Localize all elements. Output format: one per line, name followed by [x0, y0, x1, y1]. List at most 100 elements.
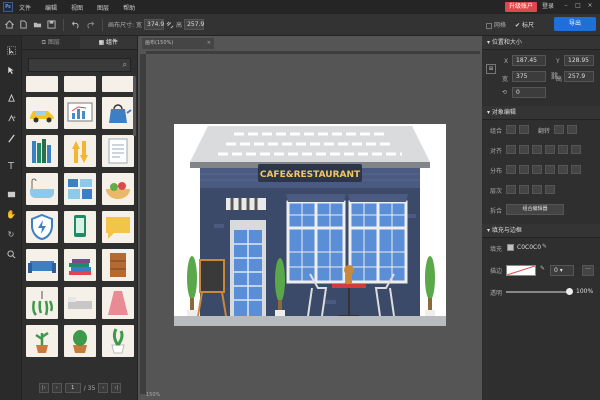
bring-front-button[interactable]	[506, 185, 516, 194]
align-top-button[interactable]	[545, 145, 555, 154]
undo-icon[interactable]	[69, 18, 83, 32]
align-center-button[interactable]	[519, 145, 529, 154]
canvas-area[interactable]: 画布(150%) × CAFE&RESTAURANT 150%	[138, 36, 482, 400]
width-field[interactable]: 375	[512, 71, 546, 82]
eyedropper-icon[interactable]: ✎	[540, 265, 545, 272]
section-object-edit[interactable]: ▾ 对象编辑	[482, 106, 600, 120]
menu-layer[interactable]: 图层	[97, 3, 109, 12]
eyedropper-icon[interactable]: ✎	[542, 243, 547, 250]
first-page-button[interactable]: |‹	[38, 383, 49, 393]
section-fill-stroke[interactable]: ▾ 填充与边框	[482, 224, 600, 238]
component-tile-car[interactable]	[26, 97, 58, 129]
canvas-width-field[interactable]: 374.9	[144, 19, 164, 30]
component-tile-books[interactable]	[26, 135, 58, 167]
tab-layers[interactable]: ⧉ 图层	[22, 36, 80, 49]
distribute-button[interactable]	[558, 165, 568, 174]
send-backward-button[interactable]	[532, 185, 542, 194]
menu-view[interactable]: 视图	[71, 3, 83, 12]
component-tile[interactable]	[26, 76, 58, 92]
ruler-checkmark-icon[interactable]: ✔	[515, 22, 520, 29]
component-scrollbar[interactable]	[133, 76, 136, 136]
link-icon[interactable]	[164, 18, 176, 32]
last-page-button[interactable]: ›|	[111, 383, 122, 393]
grid-toggle[interactable]: 网格	[486, 20, 506, 29]
rectangle-tool-icon[interactable]	[0, 184, 22, 204]
brush-icon[interactable]	[0, 128, 22, 148]
lock-ratio-icon[interactable]: ⊞	[486, 64, 496, 74]
component-tile-speech-bubble[interactable]	[102, 211, 134, 243]
component-tile-dress[interactable]	[102, 287, 134, 319]
stroke-style-swatch[interactable]	[506, 265, 536, 276]
align-right-button[interactable]	[532, 145, 542, 154]
distribute-v-button[interactable]	[519, 165, 529, 174]
distribute-button[interactable]	[571, 165, 581, 174]
save-icon[interactable]	[44, 18, 58, 32]
tab-components[interactable]: ▦ 组件	[79, 36, 137, 49]
anchor-pen-icon[interactable]: +	[0, 108, 22, 128]
component-tile-phone-hand[interactable]	[64, 211, 96, 243]
distribute-h-button[interactable]	[506, 165, 516, 174]
component-tile-bed[interactable]	[64, 287, 96, 319]
redo-icon[interactable]	[83, 18, 97, 32]
rotate-tool-icon[interactable]: ↻	[0, 224, 22, 244]
search-icon[interactable]: ⌕	[123, 60, 127, 70]
component-tile-document[interactable]	[102, 135, 134, 167]
minimize-icon[interactable]: –	[562, 2, 570, 10]
menu-file[interactable]: 文件	[19, 3, 31, 12]
direct-select-icon[interactable]	[0, 60, 22, 80]
menu-edit[interactable]: 编辑	[45, 3, 57, 12]
component-tile-kettle[interactable]	[102, 97, 134, 129]
distribute-button[interactable]	[532, 165, 542, 174]
text-tool-icon[interactable]: T	[0, 156, 22, 176]
export-button[interactable]: 导出	[554, 17, 596, 31]
document-tab[interactable]: 画布(150%) ×	[142, 38, 214, 49]
more-options-icon[interactable]: ···	[582, 265, 594, 276]
page-number-input[interactable]: 1	[64, 383, 81, 393]
component-tile-potted-plant[interactable]	[64, 325, 96, 357]
home-icon[interactable]	[2, 18, 16, 32]
ungroup-button[interactable]	[519, 125, 529, 134]
login-link[interactable]: 登录	[542, 2, 554, 12]
flip-vertical-button[interactable]	[567, 125, 577, 134]
component-tile-book-stack[interactable]	[64, 249, 96, 281]
component-tile-chart-board[interactable]	[64, 97, 96, 129]
component-tile-cabinet[interactable]	[102, 249, 134, 281]
x-field[interactable]: 187.45	[512, 55, 546, 66]
component-tile-sofa[interactable]	[26, 249, 58, 281]
align-middle-button[interactable]	[558, 145, 568, 154]
align-bottom-button[interactable]	[571, 145, 581, 154]
component-tile-potted-plant[interactable]	[102, 325, 134, 357]
close-tab-icon[interactable]: ×	[207, 38, 211, 49]
opacity-slider-handle[interactable]	[566, 288, 573, 295]
component-tile-hanging-plant[interactable]	[26, 287, 58, 319]
align-left-button[interactable]	[506, 145, 516, 154]
component-tile-potted-plant[interactable]	[26, 325, 58, 357]
bring-forward-button[interactable]	[519, 185, 529, 194]
opacity-slider[interactable]	[506, 291, 570, 293]
component-tile[interactable]	[64, 76, 96, 92]
y-field[interactable]: 128.95	[564, 55, 594, 66]
group-editor-button[interactable]: 组合编辑器	[506, 204, 564, 215]
component-tile-arrows[interactable]	[64, 135, 96, 167]
fill-hex[interactable]: C0C0C0	[517, 244, 541, 251]
send-back-button[interactable]	[545, 185, 555, 194]
maximize-icon[interactable]: □	[574, 2, 582, 10]
section-position-size[interactable]: ▾ 位置和大小	[482, 36, 600, 50]
menu-help[interactable]: 帮助	[123, 3, 135, 12]
grid-checkbox[interactable]	[486, 22, 492, 29]
distribute-button[interactable]	[545, 165, 555, 174]
component-tile-bathtub[interactable]	[26, 173, 58, 205]
fill-swatch[interactable]	[507, 244, 514, 251]
component-tile-dashboard[interactable]	[64, 173, 96, 205]
next-page-button[interactable]: ›	[98, 383, 109, 393]
component-search-input[interactable]: ⌕	[28, 58, 131, 72]
zoom-tool-icon[interactable]	[0, 244, 22, 264]
artboard[interactable]: CAFE&RESTAURANT	[174, 124, 446, 326]
rotation-field[interactable]: 0	[512, 87, 546, 98]
canvas-height-field[interactable]: 257.9	[184, 19, 204, 30]
upgrade-button[interactable]: 升级账户	[505, 2, 538, 12]
component-tile-salad-bowl[interactable]	[102, 173, 134, 205]
prev-page-button[interactable]: ‹	[51, 383, 62, 393]
hand-tool-icon[interactable]: ✋	[0, 204, 22, 224]
height-field[interactable]: 257.9	[564, 71, 594, 82]
